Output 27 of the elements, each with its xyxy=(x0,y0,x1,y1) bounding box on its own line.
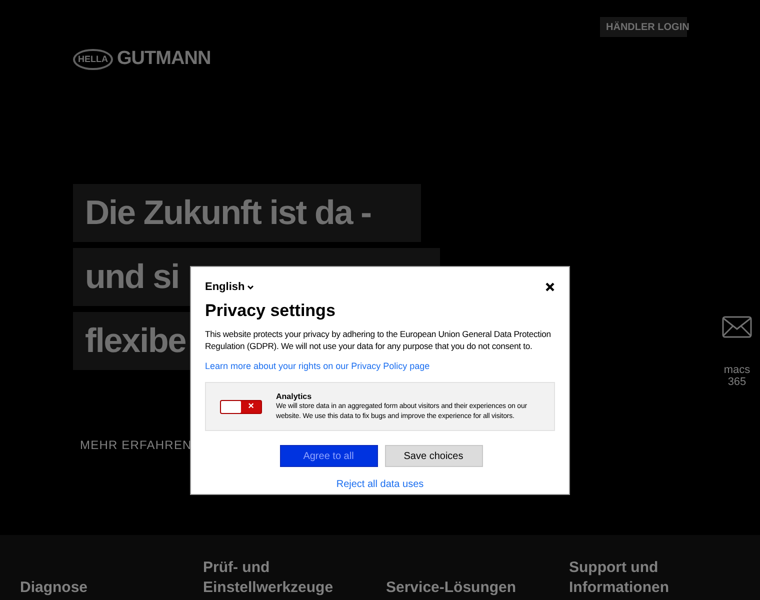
headline-line: Die Zukunft ist da - xyxy=(85,192,371,234)
chevron-down-icon xyxy=(246,284,254,290)
dialog-title: Privacy settings xyxy=(205,300,336,322)
contact-label: 365 xyxy=(728,376,746,388)
headline-line: und si xyxy=(85,256,180,298)
option-title: Analytics xyxy=(276,392,313,402)
off-mark: × xyxy=(247,400,255,412)
language-dropdown[interactable]: English xyxy=(205,279,254,296)
footer-category[interactable]: Diagnose xyxy=(20,578,88,598)
login-button[interactable]: HÄNDLER LOGIN xyxy=(600,17,687,37)
more-link[interactable]: MEHR ERFAHREN xyxy=(80,436,192,454)
mail-icon[interactable] xyxy=(722,316,752,338)
contact-label: macs xyxy=(724,364,750,376)
close-icon[interactable] xyxy=(545,282,555,292)
logo-badge: HELLA xyxy=(73,48,113,70)
footer-category[interactable]: Prüf- und Einstellwerkzeuge xyxy=(203,558,374,598)
dialog-text: This website protects your privacy by adhering to the European Union General Data Protection Regulation (GDPR). We will not use your data for any purpose that you do not consent to. xyxy=(205,328,552,352)
footer-category[interactable]: Service-Lösungen xyxy=(386,578,516,598)
agree-button[interactable]: Agree to all xyxy=(280,445,378,467)
logo-wordmark: GUTMANN xyxy=(117,47,211,71)
logo[interactable]: HELLA GUTMANN xyxy=(73,45,213,74)
toggle-switch[interactable]: × xyxy=(220,400,262,414)
save-button[interactable]: Save choices xyxy=(384,445,482,467)
reject-link[interactable]: Reject all data uses xyxy=(336,477,424,492)
privacy-policy-link[interactable]: Learn more about your rights on our Privacy Policy page xyxy=(205,360,430,373)
headline-line: flexibe xyxy=(85,320,186,362)
footer-category[interactable]: Support und Informationen xyxy=(569,558,740,598)
